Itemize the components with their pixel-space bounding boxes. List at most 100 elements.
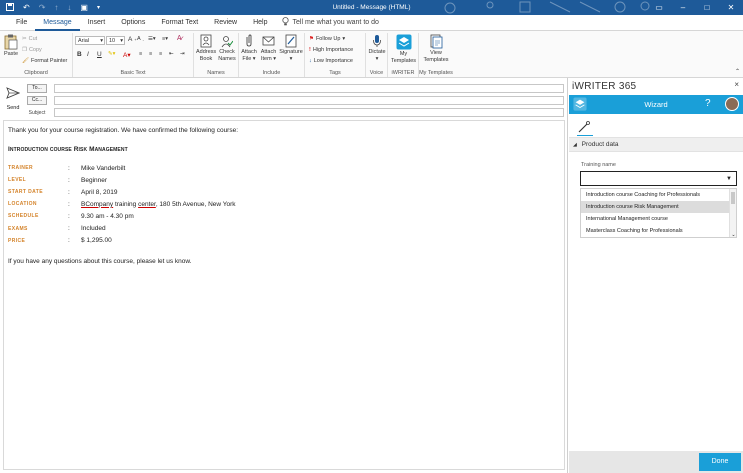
clear-formatting-icon[interactable]: A̷ — [177, 35, 182, 42]
bold-button[interactable]: B — [77, 51, 82, 58]
flag-icon: ⚑ — [309, 36, 314, 42]
save-icon[interactable] — [6, 2, 14, 13]
cut-button[interactable]: ✂ Cut — [22, 36, 37, 42]
send-icon — [6, 87, 21, 99]
down-arrow-icon[interactable]: ↓ — [67, 3, 71, 12]
dropdown-option[interactable]: Introduction course Coaching for Profess… — [581, 189, 736, 201]
address-book-icon — [200, 34, 212, 48]
scroll-down-icon[interactable]: ⌄ — [730, 232, 736, 237]
redo-icon[interactable]: ↷ — [39, 3, 46, 12]
compose-area: Send To... Cc... Subject Thank you for y… — [0, 78, 568, 473]
attach-item-button[interactable]: Attach Item ▾ — [259, 34, 278, 62]
title-bar: ↶ ↷ ↑ ↓ ▣ ▾ Untitled - Message (HTML) ▭ … — [0, 0, 743, 15]
tags-group: ⚑ Follow Up ▾ ! High Importance ↓ Low Import… — [305, 33, 366, 77]
training-name-dropdown: Introduction course Coaching for Profess… — [580, 188, 737, 238]
cc-field[interactable] — [54, 96, 564, 105]
dropdown-option-selected[interactable]: Introduction course Risk Management — [581, 201, 736, 213]
font-color-icon[interactable]: A▾ — [123, 51, 131, 59]
tab-options[interactable]: Options — [113, 15, 153, 31]
lightbulb-icon — [281, 17, 289, 28]
collapse-ribbon-icon[interactable]: ⌃ — [735, 68, 740, 75]
clipboard-icon[interactable]: ▣ — [80, 3, 88, 12]
up-arrow-icon[interactable]: ↑ — [54, 3, 58, 12]
numbering-icon[interactable]: ≡▾ — [162, 36, 168, 42]
bullets-icon[interactable]: ☰▾ — [148, 36, 156, 42]
to-button[interactable]: To... — [27, 84, 47, 93]
low-importance-button[interactable]: ↓ Low Importance — [309, 58, 353, 64]
pane-title: iWRITER 365 — [572, 81, 637, 92]
align-center-icon[interactable]: ≡ — [149, 51, 152, 57]
message-body[interactable]: Thank you for your course registration. … — [3, 120, 565, 470]
dropdown-option[interactable]: International Management course — [581, 213, 736, 225]
help-icon[interactable]: ? — [705, 98, 711, 109]
avatar[interactable] — [725, 97, 739, 111]
cc-button[interactable]: Cc... — [27, 96, 47, 105]
training-name-select[interactable]: ▼ — [580, 171, 737, 186]
info-row-exams: EXAMS: Included — [8, 225, 106, 233]
customize-qat-icon[interactable]: ▾ — [97, 4, 100, 11]
pane-close-button[interactable]: × — [734, 80, 739, 89]
templates-icon — [430, 34, 442, 49]
subject-row: Subject — [27, 108, 47, 117]
dropdown-option[interactable]: Masterclass Coaching for Professionals — [581, 225, 736, 237]
course-title: Introduction course Risk Management — [8, 146, 128, 153]
grow-font-button[interactable]: A + — [128, 36, 137, 43]
font-size-select[interactable]: 10 ▾ — [106, 36, 125, 45]
undo-icon[interactable]: ↶ — [23, 3, 30, 12]
wizard-title: Wizard — [644, 100, 668, 109]
course-info-table: TRAINER: Mike Vanderbilt LEVEL: Beginner S… — [8, 162, 560, 247]
maximize-button[interactable]: □ — [695, 0, 719, 15]
names-group-label: Names — [207, 70, 225, 76]
check-names-button[interactable]: Check Names — [217, 34, 237, 62]
subject-field[interactable] — [54, 108, 564, 117]
align-right-icon[interactable]: ≡ — [159, 51, 162, 57]
tab-insert[interactable]: Insert — [80, 15, 114, 31]
microphone-icon — [373, 35, 381, 47]
close-button[interactable]: ✕ — [719, 0, 743, 15]
attach-file-button[interactable]: Attach File ▾ — [240, 34, 258, 62]
increase-indent-icon[interactable]: ⇥ — [180, 51, 185, 57]
scissors-icon: ✂ — [22, 36, 27, 42]
tab-file[interactable]: File — [8, 15, 35, 31]
font-name-select[interactable]: Arial ▾ — [75, 36, 105, 45]
follow-up-button[interactable]: ⚑ Follow Up ▾ — [309, 36, 345, 42]
tell-me-search[interactable]: Tell me what you want to do — [276, 17, 379, 28]
my-templates-button[interactable]: My Templates — [390, 34, 417, 64]
done-button[interactable]: Done — [699, 453, 741, 471]
send-button[interactable]: Send — [3, 86, 23, 116]
copy-button[interactable]: ❐ Copy — [22, 47, 42, 53]
basic-text-group: Arial ▾ 10 ▾ A + A- ☰▾ ≡▾ A̷ B I U ✎▾ A▾ ≡ … — [73, 33, 194, 77]
shrink-font-button[interactable]: A- — [137, 36, 144, 42]
align-left-icon[interactable]: ≡ — [139, 51, 142, 57]
wand-tab[interactable] — [577, 120, 593, 136]
tab-review[interactable]: Review — [206, 15, 245, 31]
high-importance-button[interactable]: ! High Importance — [309, 47, 353, 53]
dropdown-scrollbar[interactable]: ⌄ — [729, 189, 736, 237]
italic-button[interactable]: I — [87, 51, 89, 58]
ribbon-display-icon[interactable]: ▭ — [647, 0, 671, 15]
signature-button[interactable]: Signature ▾ — [279, 34, 303, 62]
product-data-section[interactable]: ◢ Product data — [569, 137, 743, 152]
chevron-down-icon: ▾ — [342, 36, 346, 42]
format-painter-button[interactable]: 🖌 Format Painter — [22, 58, 67, 64]
tab-help[interactable]: Help — [245, 15, 275, 31]
check-names-icon — [221, 36, 233, 48]
highlight-icon[interactable]: ✎▾ — [108, 51, 115, 57]
scrollbar-thumb[interactable] — [731, 192, 735, 204]
to-field[interactable] — [54, 84, 564, 93]
tab-message[interactable]: Message — [35, 15, 80, 31]
cc-row: Cc... — [27, 96, 47, 105]
tell-me-text: Tell me what you want to do — [292, 19, 379, 26]
tab-format-text[interactable]: Format Text — [153, 15, 206, 31]
exclamation-icon: ! — [309, 47, 311, 53]
minimize-button[interactable]: – — [671, 0, 695, 15]
closing-text: If you have any questions about this cou… — [8, 257, 192, 265]
tags-group-label: Tags — [329, 70, 341, 76]
paste-button[interactable]: Paste — [2, 34, 20, 58]
view-templates-button[interactable]: View Templates — [422, 34, 450, 63]
decrease-indent-icon[interactable]: ⇤ — [169, 51, 174, 57]
subject-label: Subject — [28, 109, 46, 116]
dictate-button[interactable]: Dictate ▾ — [367, 34, 387, 62]
address-book-button[interactable]: Address Book — [196, 34, 216, 62]
underline-button[interactable]: U — [97, 51, 102, 58]
